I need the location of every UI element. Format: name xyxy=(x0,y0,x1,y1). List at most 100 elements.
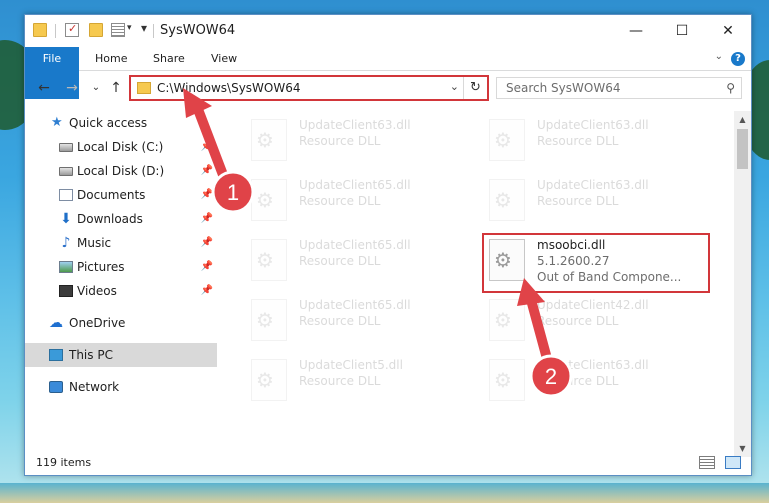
scroll-up-arrow-icon[interactable]: ▲ xyxy=(734,111,751,128)
file-explorer-window: ▾ ▾ SysWOW64 — ☐ ✕ File Home Share View … xyxy=(24,14,752,476)
forward-button[interactable]: → xyxy=(63,79,81,97)
search-placeholder: Search SysWOW64 xyxy=(506,81,621,95)
refresh-button[interactable]: ↻ xyxy=(463,77,487,99)
tab-share[interactable]: Share xyxy=(141,47,197,71)
item-count: 119 items xyxy=(36,456,92,469)
file-type: Resource DLL xyxy=(537,194,619,208)
new-folder-icon[interactable] xyxy=(89,23,103,37)
file-name: UpdateClient63.dll xyxy=(537,178,649,192)
sidebar-item-label: Local Disk (D:) xyxy=(77,164,165,178)
file-type: Resource DLL xyxy=(537,374,619,388)
file-type: Resource DLL xyxy=(537,134,619,148)
pin-icon[interactable]: 📌 xyxy=(201,183,213,207)
sidebar-item-this-pc[interactable]: This PC xyxy=(25,343,217,367)
drive-icon xyxy=(59,167,73,176)
large-icons-view-icon[interactable] xyxy=(725,456,741,469)
file-type: Resource DLL xyxy=(537,314,619,328)
file-item[interactable]: ⚙ UpdateClient65.dll Resource DLL xyxy=(241,293,471,345)
tab-view[interactable]: View xyxy=(199,47,249,71)
network-icon xyxy=(49,381,63,393)
up-button[interactable]: ↑ xyxy=(107,79,125,97)
search-icon[interactable]: ⚲ xyxy=(726,81,735,95)
sidebar-item-music[interactable]: ♪ Music 📌 xyxy=(25,231,217,255)
file-type: Resource DLL xyxy=(299,314,381,328)
customize-view-icon[interactable] xyxy=(111,23,125,37)
sidebar-item-videos[interactable]: Videos 📌 xyxy=(25,279,217,303)
address-bar[interactable]: C:\Windows\SysWOW64 ⌄ ↻ xyxy=(129,75,489,101)
gear-icon: ⚙ xyxy=(256,128,274,152)
file-name: UpdateClient63.dll xyxy=(537,358,649,372)
sidebar-item-documents[interactable]: Documents 📌 xyxy=(25,183,217,207)
file-item[interactable]: ⚙ UpdateClient65.dll Resource DLL xyxy=(241,233,471,285)
sidebar-item-label: Videos xyxy=(77,284,117,298)
gear-icon: ⚙ xyxy=(494,308,512,332)
properties-checklist-icon[interactable] xyxy=(65,22,79,37)
file-type: Resource DLL xyxy=(299,374,381,388)
folder-icon xyxy=(137,82,151,94)
file-name: UpdateClient65.dll xyxy=(299,178,411,192)
sidebar-item-label: Local Disk (C:) xyxy=(77,140,164,154)
gear-icon: ⚙ xyxy=(494,128,512,152)
sidebar-item-label: Quick access xyxy=(69,116,148,130)
sidebar-item-quick-access[interactable]: ★ Quick access xyxy=(25,111,217,135)
pictures-icon xyxy=(59,261,73,273)
help-icon[interactable]: ? xyxy=(731,52,745,66)
file-item[interactable]: ⚙ UpdateClient5.dll Resource DLL xyxy=(241,353,471,405)
pin-icon[interactable]: 📌 xyxy=(201,231,213,255)
gear-icon: ⚙ xyxy=(256,368,274,392)
file-item[interactable]: ⚙ UpdateClient63.dll Resource DLL xyxy=(479,173,709,225)
sidebar-item-local-disk-c[interactable]: Local Disk (C:) 📌 xyxy=(25,135,217,159)
pin-icon[interactable]: 📌 xyxy=(201,159,213,183)
sidebar-item-pictures[interactable]: Pictures 📌 xyxy=(25,255,217,279)
file-item[interactable]: ⚙ UpdateClient63.dll Resource DLL xyxy=(479,113,709,165)
gear-icon: ⚙ xyxy=(256,308,274,332)
tab-home[interactable]: Home xyxy=(83,47,139,71)
pin-icon[interactable]: 📌 xyxy=(201,279,213,303)
search-input[interactable]: Search SysWOW64 ⚲ xyxy=(496,77,742,99)
dll-file-icon: ⚙ xyxy=(251,359,287,401)
dll-file-icon: ⚙ xyxy=(251,239,287,281)
pin-icon[interactable]: 📌 xyxy=(201,135,213,159)
minimize-button[interactable]: — xyxy=(613,15,659,46)
sidebar-item-label: This PC xyxy=(69,348,113,362)
dll-file-icon: ⚙ xyxy=(489,299,525,341)
gear-icon: ⚙ xyxy=(494,188,512,212)
sidebar-item-onedrive[interactable]: ☁ OneDrive xyxy=(25,311,217,335)
dll-file-icon: ⚙ xyxy=(251,299,287,341)
file-name: UpdateClient65.dll xyxy=(299,298,411,312)
pin-icon[interactable]: 📌 xyxy=(201,255,213,279)
navigation-bar: ← → ⌄ ↑ C:\Windows\SysWOW64 ⌄ ↻ Search S… xyxy=(25,72,751,106)
sidebar-item-label: Network xyxy=(69,380,120,394)
file-name: UpdateClient5.dll xyxy=(299,358,403,372)
chevron-down-icon[interactable]: ⌄ xyxy=(450,80,459,93)
pin-icon[interactable]: 📌 xyxy=(201,207,213,231)
file-item[interactable]: ⚙ UpdateClient65.dll Resource DLL xyxy=(241,173,471,225)
dll-file-icon: ⚙ xyxy=(251,119,287,161)
file-type: Resource DLL xyxy=(299,254,381,268)
dll-file-icon: ⚙ xyxy=(251,179,287,221)
file-item[interactable]: ⚙ UpdateClient63.dll Resource DLL xyxy=(479,353,709,405)
sidebar-item-downloads[interactable]: ⬇ Downloads 📌 xyxy=(25,207,217,231)
sidebar-item-local-disk-d[interactable]: Local Disk (D:) 📌 xyxy=(25,159,217,183)
address-path[interactable]: C:\Windows\SysWOW64 xyxy=(157,81,301,95)
folder-icon xyxy=(33,23,47,37)
drive-icon xyxy=(59,143,73,152)
separator xyxy=(55,24,56,38)
file-type: Resource DLL xyxy=(299,134,381,148)
quick-access-toolbar-dropdown[interactable]: ▾ xyxy=(141,21,147,35)
recent-locations-dropdown[interactable]: ⌄ xyxy=(87,79,105,97)
maximize-button[interactable]: ☐ xyxy=(659,15,705,46)
chevron-down-icon[interactable]: ▾ xyxy=(127,23,132,33)
vertical-scrollbar[interactable]: ▲ ▼ xyxy=(734,111,751,457)
star-icon: ★ xyxy=(51,115,63,130)
documents-icon xyxy=(59,189,73,201)
expand-ribbon-icon[interactable]: ⌄ xyxy=(715,51,723,62)
back-button[interactable]: ← xyxy=(35,79,53,97)
file-item[interactable]: ⚙ UpdateClient63.dll Resource DLL xyxy=(241,113,471,165)
details-view-icon[interactable] xyxy=(699,456,715,469)
scroll-thumb[interactable] xyxy=(737,129,748,169)
file-item[interactable]: ⚙ UpdateClient42.dll Resource DLL xyxy=(479,293,709,345)
file-type: Resource DLL xyxy=(299,194,381,208)
close-button[interactable]: ✕ xyxy=(705,15,751,46)
sidebar-item-network[interactable]: Network xyxy=(25,375,217,399)
